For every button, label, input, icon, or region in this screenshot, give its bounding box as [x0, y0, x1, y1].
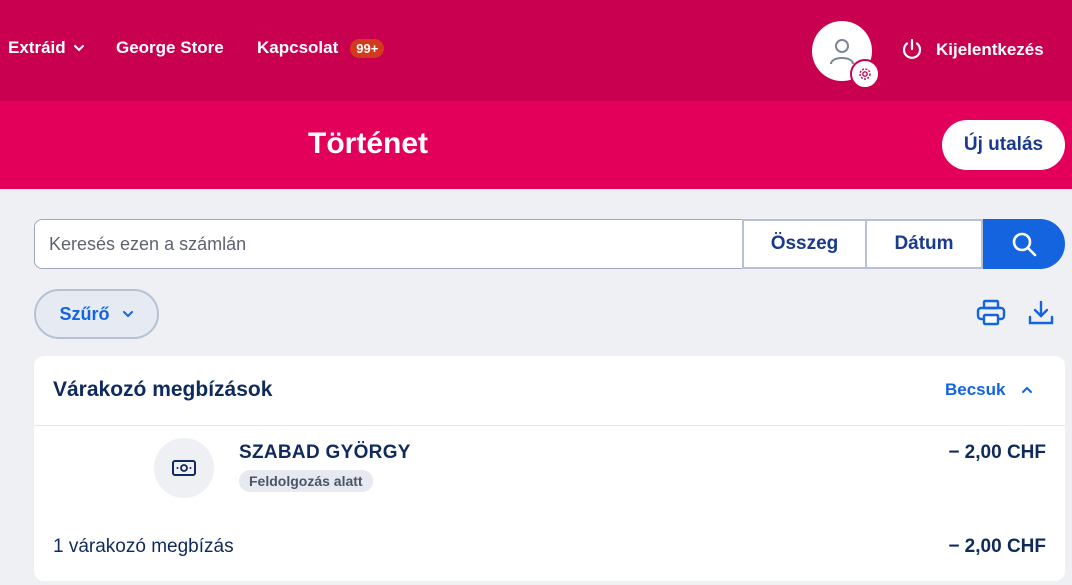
nav-extras[interactable]: Extráid	[8, 38, 86, 58]
transaction-name: SZABAD GYÖRGY	[239, 442, 411, 463]
logout-button[interactable]: Kijelentkezés	[900, 38, 1044, 62]
new-transfer-button[interactable]: Új utalás	[942, 120, 1065, 170]
page-header	[0, 101, 1072, 189]
user-icon	[830, 39, 854, 65]
chevron-down-icon	[122, 311, 133, 318]
filter-button[interactable]: Szűrő	[34, 289, 159, 339]
logout-label: Kijelentkezés	[936, 40, 1044, 59]
chevron-down-icon	[73, 45, 84, 52]
pending-summary-label: 1 várakozó megbízás	[53, 536, 234, 557]
print-button[interactable]	[976, 299, 1006, 332]
card-title: Várakozó megbízások	[53, 378, 273, 401]
notification-badge: 99+	[350, 38, 385, 58]
settings-badge[interactable]	[850, 59, 880, 89]
transaction-icon	[154, 438, 214, 498]
search-button[interactable]	[983, 219, 1065, 269]
status-badge: Feldolgozás alatt	[239, 470, 373, 492]
chevron-up-icon	[1022, 386, 1033, 393]
filter-label: Szűrő	[59, 303, 110, 324]
divider	[34, 425, 1065, 426]
banknote-icon	[172, 460, 196, 476]
nav-store-label: George Store	[116, 38, 224, 57]
search-bar: Összeg Dátum	[34, 219, 1065, 269]
collapse-label: Becsuk	[945, 380, 1006, 399]
printer-icon	[976, 299, 1006, 326]
search-icon	[1012, 232, 1037, 257]
nav-contact[interactable]: Kapcsolat 99+	[257, 38, 385, 58]
page-title: Történet	[308, 127, 428, 160]
pending-orders-card: Várakozó megbízások Becsuk SZABAD GYÖRGY…	[34, 356, 1065, 581]
collapse-button[interactable]: Becsuk	[945, 380, 1033, 400]
download-button[interactable]	[1027, 299, 1055, 332]
nav-george-store[interactable]: George Store	[116, 38, 224, 58]
download-icon	[1028, 300, 1054, 325]
transaction-amount: − 2,00 CHF	[948, 442, 1046, 463]
search-input[interactable]	[34, 219, 742, 269]
power-icon	[902, 38, 922, 59]
nav-contact-label: Kapcsolat	[257, 38, 339, 57]
nav-extras-label: Extráid	[8, 38, 66, 57]
pending-summary-amount: − 2,00 CHF	[948, 536, 1046, 557]
gear-icon	[859, 68, 871, 80]
date-filter-button[interactable]: Dátum	[867, 219, 983, 269]
amount-filter-button[interactable]: Összeg	[742, 219, 867, 269]
